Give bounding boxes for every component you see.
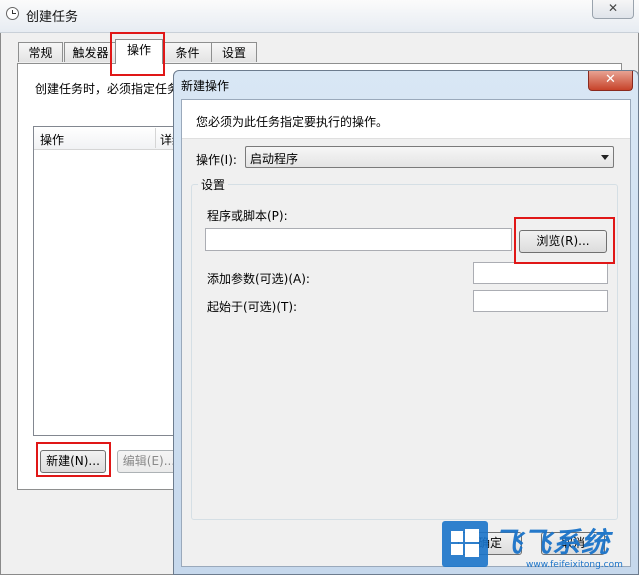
dialog-close-button[interactable]: ✕ bbox=[588, 71, 633, 91]
clock-icon bbox=[6, 7, 19, 20]
tab-triggers[interactable]: 触发器 bbox=[64, 42, 117, 62]
window-close-button[interactable]: ✕ bbox=[592, 0, 634, 19]
start-in-input[interactable] bbox=[473, 290, 608, 312]
arguments-input[interactable] bbox=[473, 262, 608, 284]
tab-general[interactable]: 常规 bbox=[18, 42, 63, 62]
edit-action-button[interactable]: 编辑(E)... bbox=[117, 450, 181, 473]
watermark-brand: 飞飞系统 bbox=[494, 526, 611, 559]
settings-legend: 设置 bbox=[198, 176, 229, 193]
windows-logo-icon bbox=[442, 521, 488, 567]
dialog-instruction: 您必须为此任务指定要执行的操作。 bbox=[196, 115, 389, 129]
column-header-action[interactable]: 操作 bbox=[40, 131, 64, 148]
dialog-title: 新建操作 bbox=[181, 79, 230, 93]
tab-actions[interactable]: 操作 bbox=[115, 39, 163, 64]
program-script-label: 程序或脚本(P): bbox=[207, 209, 288, 223]
browse-button[interactable]: 浏览(R)... bbox=[519, 230, 607, 253]
arguments-label: 添加参数(可选)(A): bbox=[207, 272, 310, 286]
chevron-down-icon bbox=[601, 155, 609, 160]
tab-conditions[interactable]: 条件 bbox=[163, 42, 212, 62]
action-type-label: 操作(I): bbox=[196, 153, 237, 167]
new-action-button[interactable]: 新建(N)... bbox=[40, 450, 106, 473]
window-title: 创建任务 bbox=[26, 10, 79, 25]
action-type-select[interactable]: 启动程序 bbox=[245, 146, 614, 168]
close-icon: ✕ bbox=[607, 1, 619, 15]
watermark-url: www.feifeixitong.com bbox=[526, 560, 623, 570]
start-in-label: 起始于(可选)(T): bbox=[207, 300, 298, 314]
window-titlebar[interactable] bbox=[0, 0, 639, 33]
close-icon: ✕ bbox=[605, 72, 616, 87]
column-divider[interactable] bbox=[155, 128, 156, 148]
program-script-input[interactable] bbox=[205, 228, 512, 251]
tab-settings[interactable]: 设置 bbox=[211, 42, 257, 62]
action-type-value: 启动程序 bbox=[250, 152, 299, 166]
